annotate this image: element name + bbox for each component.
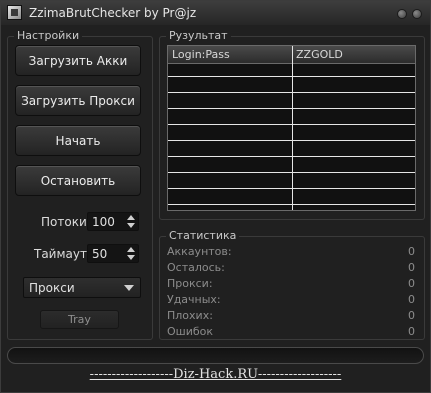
stat-proxy-label: Прокси: xyxy=(167,277,213,290)
load-proxy-button[interactable]: Загрузить Прокси xyxy=(15,85,141,116)
stat-bad-label: Плохих: xyxy=(167,309,213,322)
results-table[interactable]: Login:Pass ZZGOLD xyxy=(167,45,416,211)
main-window: ZzimaBrutChecker by Pr@jz Настройки Загр… xyxy=(0,0,431,393)
threads-label: Потоки: xyxy=(41,215,91,229)
spin-up-icon[interactable] xyxy=(127,215,135,220)
spin-up-icon[interactable] xyxy=(127,247,135,252)
column-header-zzgold[interactable]: ZZGOLD xyxy=(296,48,343,61)
settings-group-label: Настройки xyxy=(14,29,83,42)
stat-remaining-value: 0 xyxy=(408,261,415,274)
chevron-down-icon[interactable] xyxy=(124,285,134,291)
title-bar[interactable]: ZzimaBrutChecker by Pr@jz xyxy=(1,1,430,25)
stat-errors-value: 0 xyxy=(408,325,415,338)
load-accounts-button[interactable]: Загрузить Акки xyxy=(15,45,141,76)
spin-down-icon[interactable] xyxy=(127,223,135,228)
stat-remaining-label: Осталось: xyxy=(167,261,225,274)
stat-accounts-label: Аккаунтов: xyxy=(167,245,232,258)
timeout-label: Таймаут: xyxy=(34,247,92,261)
results-group-label: Рузультат xyxy=(166,29,231,42)
footer-link[interactable]: -------------------Diz-Hack.RU----------… xyxy=(1,367,430,382)
minimize-button[interactable] xyxy=(397,9,407,19)
timeout-spinner[interactable]: 50 xyxy=(87,244,139,263)
stop-button[interactable]: Остановить xyxy=(15,165,141,196)
stat-bad-value: 0 xyxy=(408,309,415,322)
stat-good-label: Удачных: xyxy=(167,293,221,306)
tray-button[interactable]: Tray xyxy=(40,310,119,329)
timeout-spinner-arrows[interactable] xyxy=(124,245,138,262)
stat-good-value: 0 xyxy=(408,293,415,306)
column-divider xyxy=(292,46,293,210)
mode-select-value: Прокси xyxy=(29,281,75,295)
stat-proxy-value: 0 xyxy=(408,277,415,290)
stat-errors-label: Ошибок xyxy=(167,325,214,338)
start-button[interactable]: Начать xyxy=(15,125,141,156)
spin-down-icon[interactable] xyxy=(127,255,135,260)
threads-spinner[interactable]: 100 xyxy=(87,212,139,231)
mode-select[interactable]: Прокси xyxy=(23,277,141,298)
close-button[interactable] xyxy=(412,9,422,19)
app-icon xyxy=(7,5,22,20)
stats-group-label: Статистика xyxy=(166,229,240,242)
column-header-login[interactable]: Login:Pass xyxy=(172,48,230,61)
threads-spinner-arrows[interactable] xyxy=(124,213,138,230)
progress-bar xyxy=(7,347,424,364)
stat-accounts-value: 0 xyxy=(408,245,415,258)
threads-value: 100 xyxy=(92,215,115,229)
window-title: ZzimaBrutChecker by Pr@jz xyxy=(29,6,197,20)
timeout-value: 50 xyxy=(92,247,108,261)
